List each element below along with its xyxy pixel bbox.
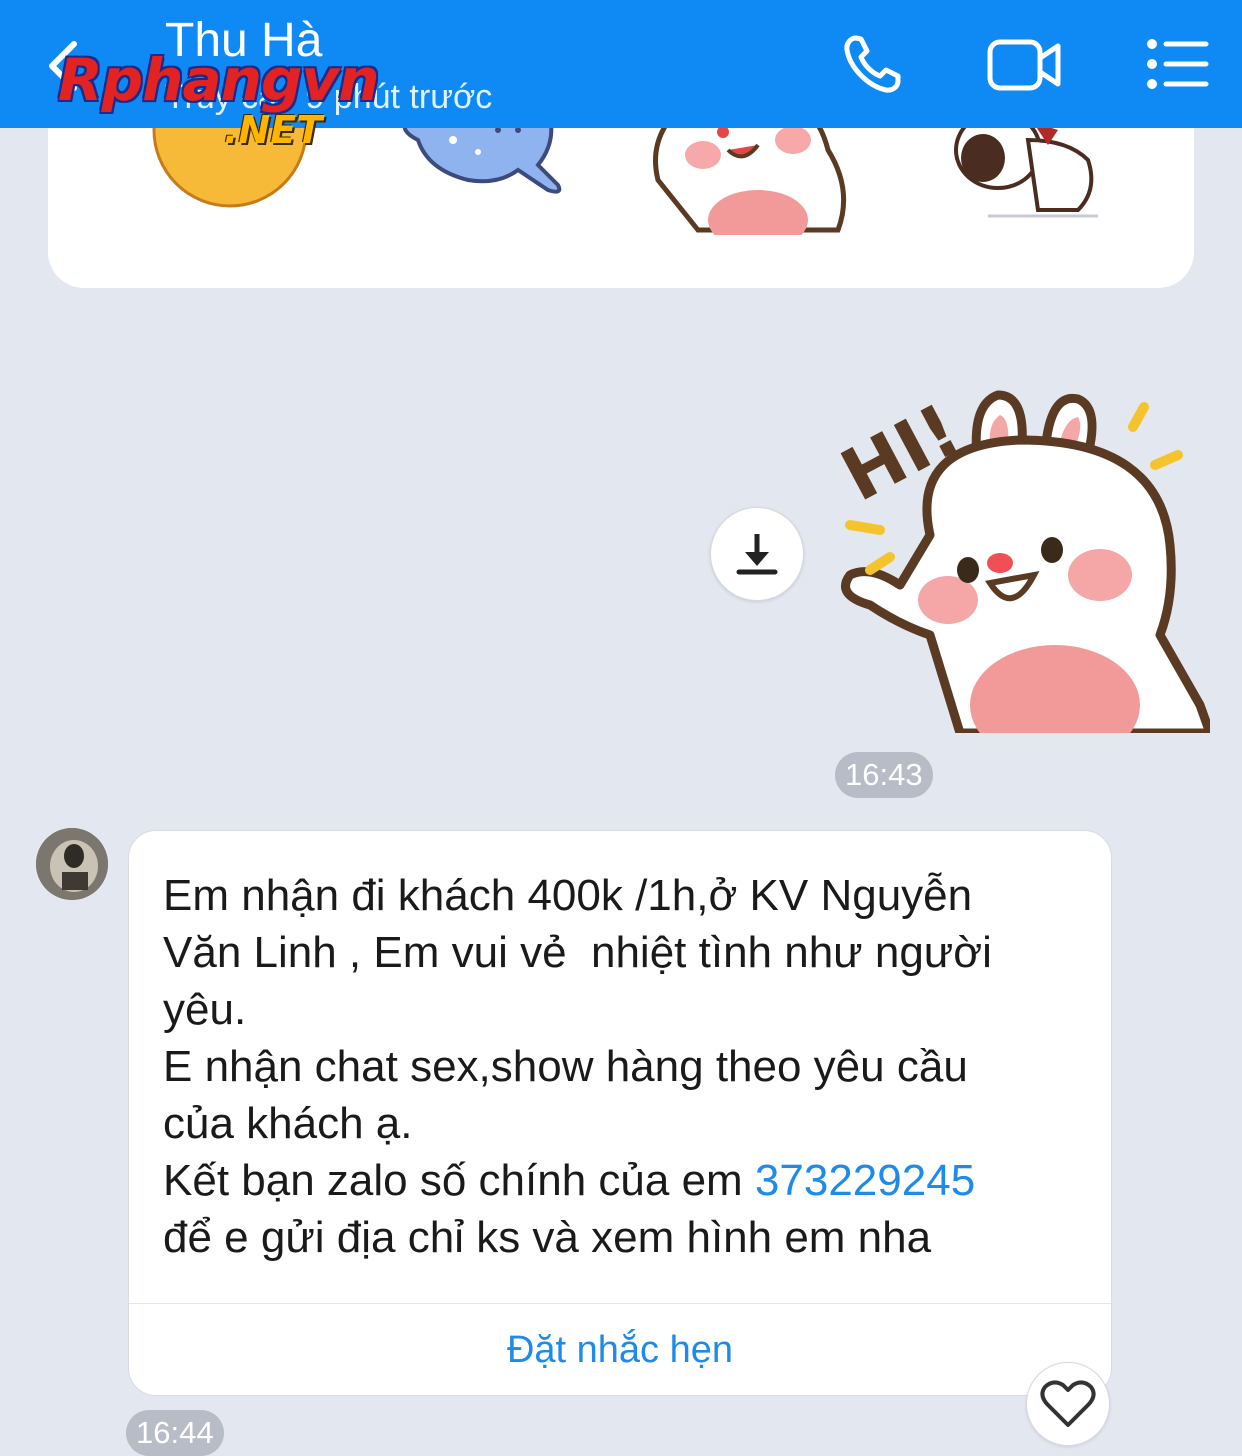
message-line-3: yêu. <box>163 985 247 1034</box>
message-text: Em nhận đi khách 400k /1h,ở KV Nguyễn Vă… <box>163 867 1093 1266</box>
chat-header: Thu Hà Truy cập 9 phút trước <box>0 0 1242 128</box>
download-button[interactable] <box>710 507 804 601</box>
message-line-6: Kết bạn zalo số chính của em <box>163 1156 755 1205</box>
video-call-button[interactable] <box>984 30 1064 100</box>
menu-button[interactable] <box>1140 30 1220 100</box>
video-camera-icon <box>987 39 1061 91</box>
message-line-7: để e gửi địa chỉ ks và xem hình em nha <box>163 1213 932 1262</box>
last-seen-status: Truy cập 9 phút trước <box>165 78 493 116</box>
download-icon <box>736 534 778 575</box>
contact-name[interactable]: Thu Hà <box>165 12 322 70</box>
set-reminder-button[interactable]: Đặt nhắc hẹn <box>129 1304 1111 1396</box>
sticker-timestamp: 16:43 <box>835 752 933 798</box>
like-button[interactable] <box>1026 1362 1110 1446</box>
hi-bunny-sticker[interactable]: HI! <box>830 385 1210 733</box>
phone-number-link[interactable]: 373229245 <box>755 1156 975 1205</box>
avatar[interactable] <box>36 828 108 900</box>
message-line-4: E nhận chat sex,show hàng theo yêu cầu <box>163 1042 968 1091</box>
message-line-5: của khách ạ. <box>163 1099 413 1148</box>
message-line-2: Văn Linh , Em vui vẻ nhiệt tình như ngườ… <box>163 928 992 977</box>
sticker-panel <box>48 100 1194 288</box>
message-line-1: Em nhận đi khách 400k /1h,ở KV Nguyễn <box>163 871 973 920</box>
phone-icon <box>844 35 901 93</box>
message-timestamp: 16:44 <box>126 1410 224 1456</box>
heart-icon <box>1040 1380 1096 1427</box>
back-button[interactable] <box>40 36 90 96</box>
avatar-photo <box>36 828 108 900</box>
message-bubble[interactable]: Em nhận đi khách 400k /1h,ở KV Nguyễn Vă… <box>128 830 1112 1396</box>
list-menu-icon <box>1147 39 1209 89</box>
chevron-left-icon <box>49 41 77 91</box>
call-button[interactable] <box>836 30 916 100</box>
